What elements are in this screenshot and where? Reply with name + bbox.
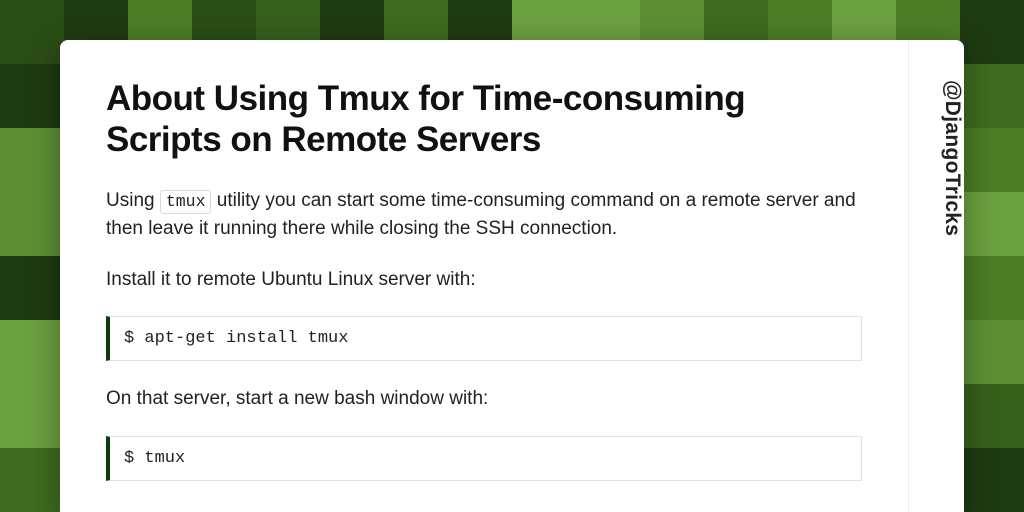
bg-tile — [960, 64, 1024, 128]
article-title: About Using Tmux for Time-consuming Scri… — [106, 78, 862, 161]
code-block-install: $ apt-get install tmux — [106, 316, 862, 361]
bg-tile — [0, 64, 64, 128]
start-label: On that server, start a new bash window … — [106, 385, 862, 414]
bg-tile — [0, 128, 64, 192]
author-handle: @DjangoTricks — [909, 80, 964, 236]
bg-tile — [0, 0, 64, 64]
bg-tile — [960, 320, 1024, 384]
bg-tile — [0, 384, 64, 448]
code-block-start: $ tmux — [106, 436, 862, 481]
article-card: About Using Tmux for Time-consuming Scri… — [60, 40, 964, 512]
sidebar: @DjangoTricks — [908, 40, 964, 512]
intro-text-post: utility you can start some time-consumin… — [106, 190, 856, 240]
article-content: About Using Tmux for Time-consuming Scri… — [60, 40, 908, 512]
install-label: Install it to remote Ubuntu Linux server… — [106, 266, 862, 295]
bg-tile — [960, 128, 1024, 192]
bg-tile — [0, 320, 64, 384]
bg-tile — [0, 256, 64, 320]
article-intro: Using tmux utility you can start some ti… — [106, 187, 862, 244]
bg-tile — [0, 192, 64, 256]
bg-tile — [0, 448, 64, 512]
bg-tile — [960, 192, 1024, 256]
bg-tile — [960, 448, 1024, 512]
bg-tile — [960, 384, 1024, 448]
bg-tile — [960, 0, 1024, 64]
bg-tile — [960, 256, 1024, 320]
intro-text-pre: Using — [106, 190, 160, 211]
inline-code-tmux: tmux — [160, 190, 212, 214]
